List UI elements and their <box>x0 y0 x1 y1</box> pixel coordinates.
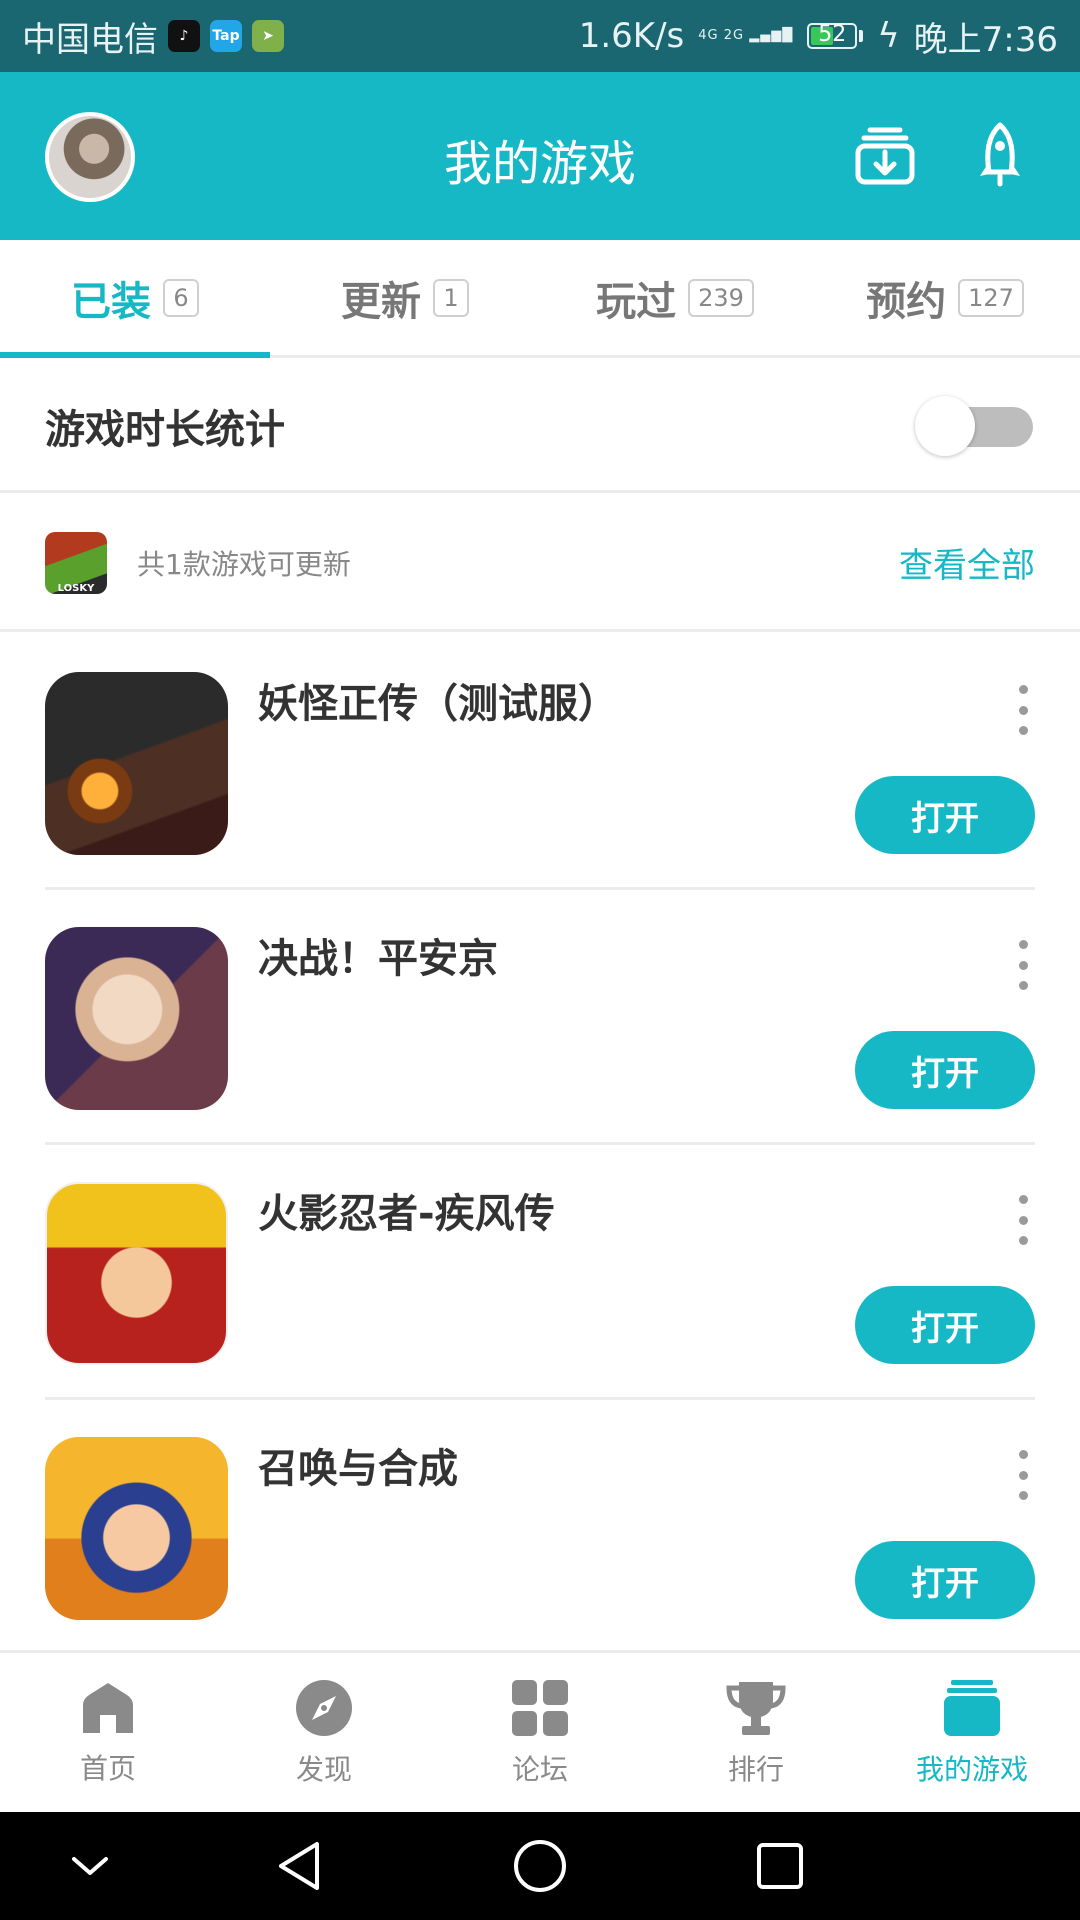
nav-label: 我的游戏 <box>915 1752 1028 1786</box>
game-name: 妖怪正传（测试服） <box>258 681 618 727</box>
trophy-icon <box>726 1681 786 1735</box>
app-header: 我的游戏 <box>0 72 1080 240</box>
update-game-icon: LOSKY <box>45 531 107 594</box>
chevron-down-icon <box>72 1857 108 1875</box>
view-all-link[interactable]: 查看全部 <box>899 538 1035 587</box>
battery-level: 52 <box>818 22 847 47</box>
stack-icon <box>944 1679 1000 1736</box>
tab-label: 已装 <box>71 278 151 325</box>
nav-item-home[interactable]: 首页 <box>0 1653 216 1812</box>
network-type: 4G 2G <box>698 28 745 43</box>
nav-label: 论坛 <box>511 1752 568 1786</box>
game-icon[interactable] <box>45 672 228 855</box>
home-circle-icon <box>514 1840 566 1892</box>
open-game-button[interactable]: 打开 <box>855 1031 1035 1109</box>
download-manager-button[interactable] <box>850 120 920 190</box>
open-game-button[interactable]: 打开 <box>855 1286 1035 1364</box>
nav-label: 首页 <box>79 1751 136 1785</box>
nav-label: 排行 <box>727 1752 784 1786</box>
list-item[interactable]: 决战！平安京 打开 <box>45 890 1035 1145</box>
battery-cap <box>859 30 864 42</box>
playtime-stats-label: 游戏时长统计 <box>45 406 285 453</box>
home-button[interactable] <box>510 1836 570 1896</box>
tab-count-badge: 1 <box>433 278 469 317</box>
tab-updates[interactable]: 更新 1 <box>270 240 540 355</box>
tab-installed[interactable]: 已装 6 <box>0 240 270 358</box>
playtime-stats-toggle[interactable] <box>915 395 1035 456</box>
network-speed: 1.6K/s <box>578 16 685 56</box>
compass-icon <box>296 1679 352 1736</box>
more-options-icon[interactable] <box>1011 685 1035 735</box>
paper-plane-icon: ➤ <box>252 20 284 52</box>
nav-item-my-games[interactable]: 我的游戏 <box>864 1653 1080 1812</box>
tap-app-label: Tap <box>212 28 240 44</box>
battery-body: 52 <box>807 22 858 49</box>
tab-bar: 已装 6 更新 1 玩过 239 预约 127 <box>0 240 1080 358</box>
update-count-text: 共1款游戏可更新 <box>137 547 351 581</box>
more-options-icon[interactable] <box>1011 1450 1035 1500</box>
open-game-button[interactable]: 打开 <box>855 1541 1035 1619</box>
back-triangle-icon <box>279 1842 319 1890</box>
more-options-icon[interactable] <box>1011 940 1035 990</box>
signal-icon: 4G 2G ▂▄▆█ <box>698 28 794 43</box>
recents-square-icon <box>757 1843 803 1889</box>
tab-label: 预约 <box>866 278 947 325</box>
open-game-button[interactable]: 打开 <box>855 776 1035 854</box>
status-bar-left: 中国电信 ♪ Tap ➤ <box>22 12 284 61</box>
nav-label: 发现 <box>295 1752 352 1786</box>
update-game-icon-text: LOSKY <box>57 582 95 594</box>
update-notice[interactable]: LOSKY 共1款游戏可更新 查看全部 <box>0 496 1080 632</box>
list-item[interactable]: 妖怪正传（测试服） 打开 <box>45 635 1035 890</box>
nav-item-forum[interactable]: 论坛 <box>432 1653 648 1812</box>
tab-label: 玩过 <box>596 278 677 325</box>
tab-count-badge: 6 <box>163 278 199 317</box>
game-name: 召唤与合成 <box>258 1446 458 1492</box>
game-icon[interactable] <box>45 1437 228 1620</box>
back-button[interactable] <box>270 1836 330 1896</box>
speedup-button[interactable] <box>965 120 1035 190</box>
nav-item-ranking[interactable]: 排行 <box>648 1653 864 1812</box>
carrier-label: 中国电信 <box>22 19 158 60</box>
game-list: 妖怪正传（测试服） 打开 决战！平安京 打开 火影忍者-疾风传 打开 召唤与合成… <box>0 635 1080 1655</box>
nav-item-discover[interactable]: 发现 <box>216 1653 432 1812</box>
list-item[interactable]: 火影忍者-疾风传 打开 <box>45 1145 1035 1400</box>
home-icon <box>83 1682 133 1733</box>
more-options-icon[interactable] <box>1011 1195 1035 1245</box>
bottom-nav: 首页 发现 论坛 排行 我的游戏 <box>0 1650 1080 1812</box>
hide-nav-button[interactable] <box>60 1836 120 1896</box>
tab-played[interactable]: 玩过 239 <box>540 240 810 355</box>
system-nav-bar <box>0 1812 1080 1920</box>
clock: 晚上7:36 <box>913 19 1058 60</box>
toggle-knob <box>915 395 975 456</box>
playtime-stats-row: 游戏时长统计 <box>0 361 1080 493</box>
tab-count-badge: 239 <box>688 278 754 317</box>
grid-icon <box>512 1679 568 1736</box>
game-icon[interactable] <box>45 1182 228 1365</box>
status-bar: 中国电信 ♪ Tap ➤ 1.6K/s 4G 2G ▂▄▆█ 52 ϟ 晚上7:… <box>0 0 1080 72</box>
tab-label: 更新 <box>341 278 421 325</box>
charging-icon: ϟ <box>877 16 900 56</box>
download-icon <box>855 127 915 185</box>
status-bar-right: 1.6K/s 4G 2G ▂▄▆█ 52 ϟ 晚上7:36 <box>579 12 1058 61</box>
tap-app-icon: Tap <box>210 20 242 52</box>
game-icon[interactable] <box>45 927 228 1110</box>
tiktok-icon: ♪ <box>168 20 200 52</box>
tab-count-badge: 127 <box>958 278 1024 317</box>
tab-reserved[interactable]: 预约 127 <box>810 240 1080 355</box>
rocket-icon <box>980 122 1020 187</box>
game-name: 火影忍者-疾风传 <box>258 1191 555 1237</box>
recents-button[interactable] <box>750 1836 810 1896</box>
game-name: 决战！平安京 <box>258 936 498 982</box>
battery-icon: 52 <box>807 22 864 49</box>
list-item[interactable]: 召唤与合成 打开 <box>45 1400 1035 1655</box>
